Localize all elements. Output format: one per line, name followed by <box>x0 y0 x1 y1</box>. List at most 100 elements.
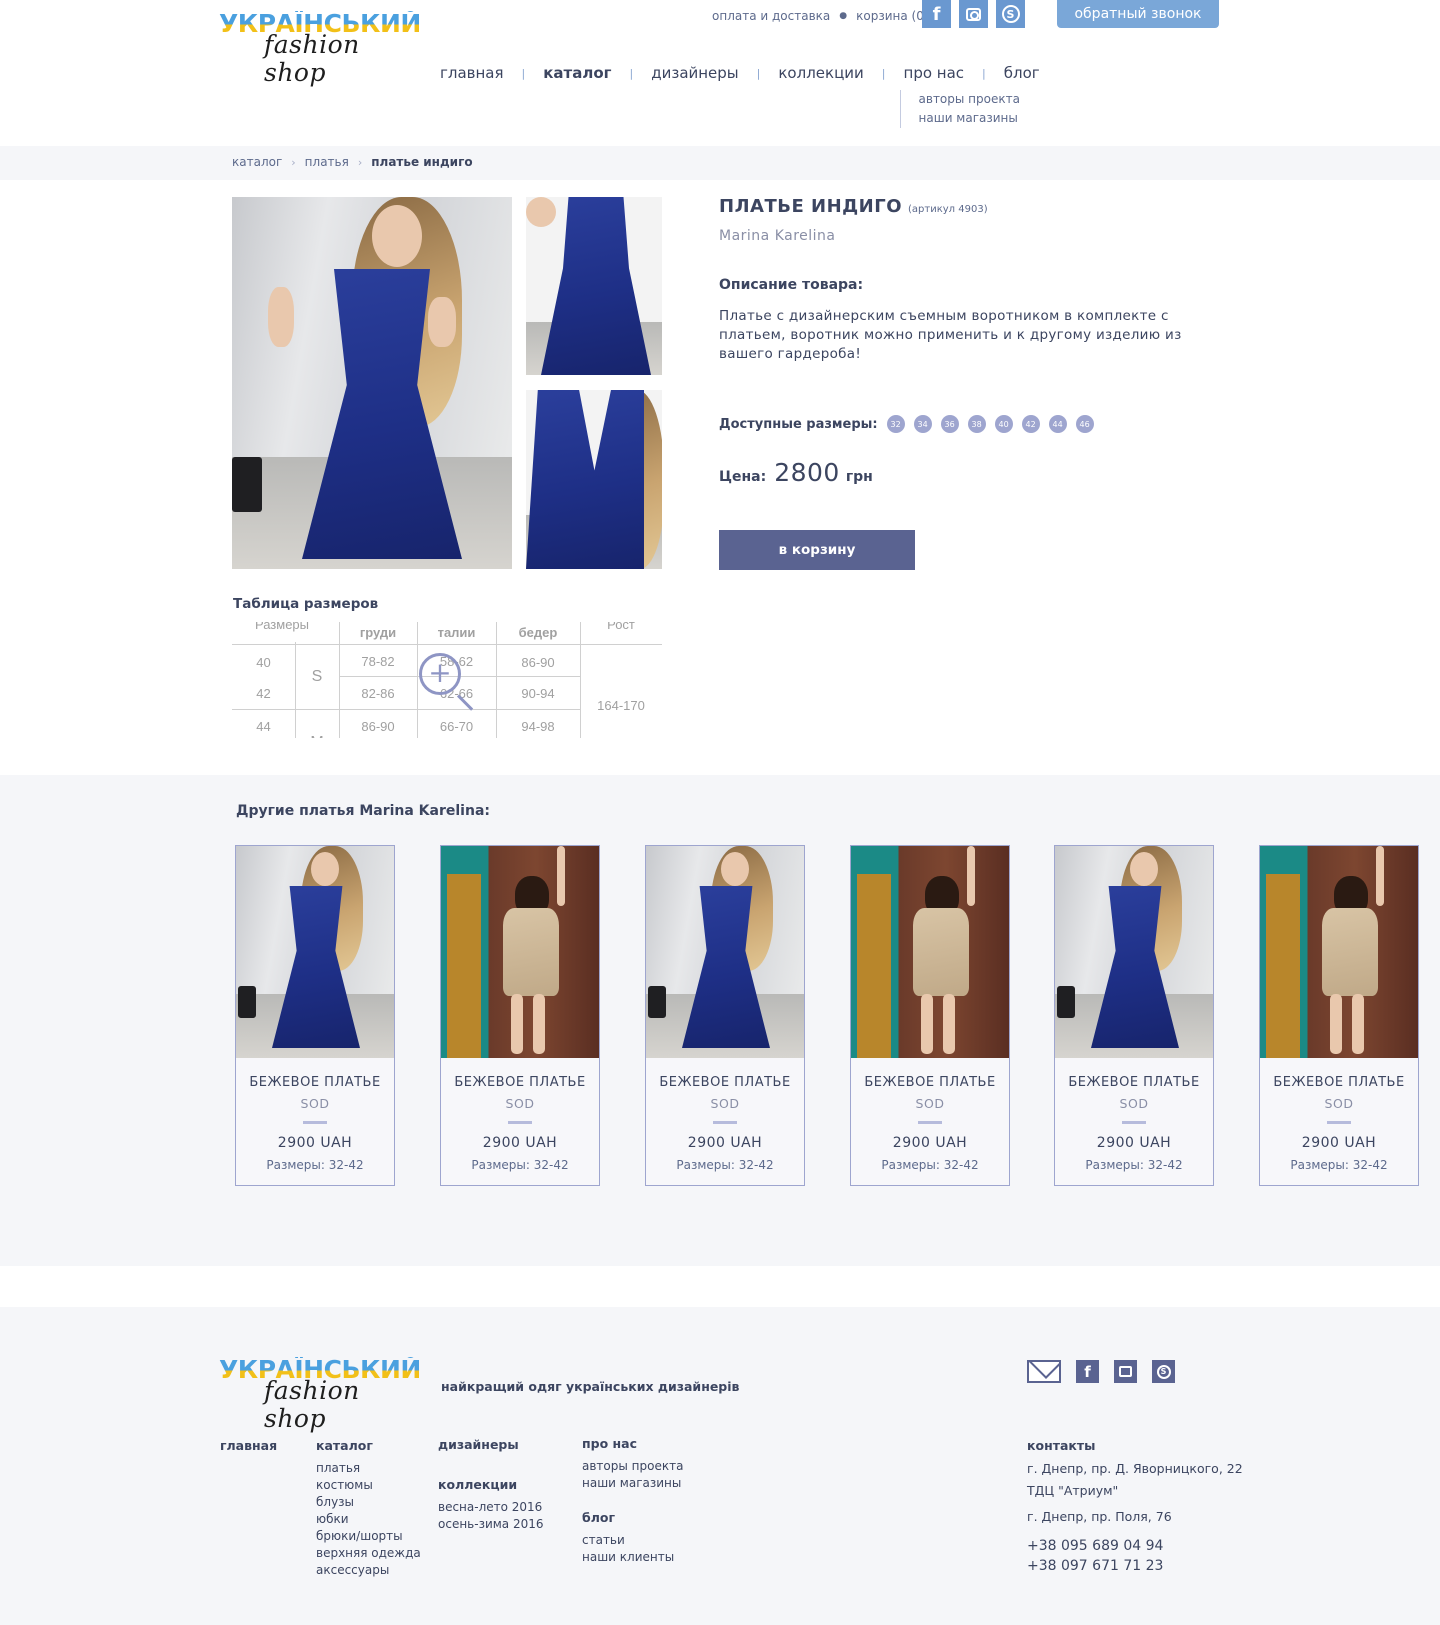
footer-link[interactable]: авторы проекта <box>582 1458 683 1475</box>
dot-separator: ● <box>839 11 848 21</box>
cart-link[interactable]: корзина (0) <box>856 9 928 23</box>
size-table-header: Рост <box>607 622 635 632</box>
product-card[interactable]: БЕЖЕВОЕ ПЛАТЬЕ SOD 2900 UAH Размеры: 32-42 <box>235 845 395 1186</box>
size-table-height: 164-170 <box>597 698 645 713</box>
product-card-photo[interactable] <box>851 846 1009 1058</box>
product-thumbnail[interactable] <box>526 390 662 569</box>
product-card[interactable]: БЕЖЕВОЕ ПЛАТЬЕ SOD 2900 UAH Размеры: 32-42 <box>1259 845 1419 1186</box>
product-card-name[interactable]: БЕЖЕВОЕ ПЛАТЬЕ <box>646 1075 804 1090</box>
footer-link[interactable]: костюмы <box>316 1477 421 1494</box>
logo[interactable]: УКРАЇНСЬКИЙ fashion shop <box>219 11 421 87</box>
nav-item-about[interactable]: про нас авторы проекта наши магазины <box>899 64 1020 128</box>
size-chip[interactable]: 42 <box>1021 415 1040 433</box>
product-card-brand: SOD <box>710 1096 740 1111</box>
product-card[interactable]: БЕЖЕВОЕ ПЛАТЬЕ SOD 2900 UAH Размеры: 32-42 <box>1054 845 1214 1186</box>
price-value: 2800 <box>774 458 840 487</box>
instagram-icon[interactable] <box>1114 1360 1137 1383</box>
footer-heading-designers[interactable]: дизайнеры <box>438 1436 544 1453</box>
size-table-title: Таблица размеров <box>233 596 379 612</box>
instagram-icon[interactable] <box>959 0 988 28</box>
nav-item-collections[interactable]: коллекции <box>778 64 863 82</box>
nav-item-home[interactable]: главная <box>440 64 504 82</box>
size-chip[interactable]: 34 <box>913 415 932 433</box>
facebook-icon[interactable]: f <box>1076 1360 1099 1383</box>
add-to-cart-button[interactable]: в корзину <box>719 530 915 570</box>
footer-link[interactable]: весна-лето 2016 <box>438 1499 544 1516</box>
footer-link[interactable]: брюки/шорты <box>316 1528 421 1545</box>
size-table-image[interactable]: Размеры груди талии бедер Рост 40 78-82 … <box>232 622 662 738</box>
product-card-name[interactable]: БЕЖЕВОЕ ПЛАТЬЕ <box>1055 1075 1213 1090</box>
product-card[interactable]: БЕЖЕВОЕ ПЛАТЬЕ SOD 2900 UAH Размеры: 32-42 <box>440 845 600 1186</box>
size-chip[interactable]: 36 <box>940 415 959 433</box>
size-chip[interactable]: 46 <box>1075 415 1094 433</box>
footer-link[interactable]: аксессуары <box>316 1562 421 1579</box>
zoom-in-icon[interactable]: + <box>419 653 461 695</box>
product-card-sizes: Размеры: 32-42 <box>266 1158 364 1172</box>
facebook-icon[interactable]: f <box>922 0 951 28</box>
footer-heading-blog[interactable]: блог <box>582 1509 683 1526</box>
product-card-photo[interactable] <box>1260 846 1418 1058</box>
nav-separator: | <box>881 66 886 80</box>
contacts-heading: контакты <box>1027 1438 1096 1453</box>
product-brand[interactable]: Marina Karelina <box>719 228 836 244</box>
size-table-cell: 44 <box>256 719 271 734</box>
breadcrumb: каталог › платья › платье индиго <box>232 155 473 169</box>
product-card[interactable]: БЕЖЕВОЕ ПЛАТЬЕ SOD 2900 UAH Размеры: 32-42 <box>850 845 1010 1186</box>
main-product-photo[interactable] <box>232 197 512 569</box>
product-card-sizes: Размеры: 32-42 <box>471 1158 569 1172</box>
nav-item-blog[interactable]: блог <box>1004 64 1040 82</box>
footer-heading-collections[interactable]: коллекции <box>438 1476 544 1493</box>
product-card-name[interactable]: БЕЖЕВОЕ ПЛАТЬЕ <box>1260 1075 1418 1090</box>
size-chip[interactable]: 44 <box>1048 415 1067 433</box>
size-table-cell: 94-98 <box>521 719 555 734</box>
product-card-photo[interactable] <box>441 846 599 1058</box>
footer-link[interactable]: платья <box>316 1460 421 1477</box>
phone-link[interactable]: +38 095 689 04 94 <box>1027 1536 1243 1556</box>
size-chip[interactable]: 38 <box>967 415 986 433</box>
size-table-cell: 86-90 <box>521 655 555 670</box>
delivery-link[interactable]: оплата и доставка <box>712 9 830 23</box>
product-card-photo[interactable] <box>1055 846 1213 1058</box>
breadcrumb-item[interactable]: платья <box>305 155 349 169</box>
callback-button[interactable]: обратный звонок <box>1057 0 1219 28</box>
submenu-item-stores[interactable]: наши магазины <box>919 109 1020 128</box>
mail-icon[interactable] <box>1027 1360 1061 1383</box>
product-card-photo[interactable] <box>646 846 804 1058</box>
product-card-name[interactable]: БЕЖЕВОЕ ПЛАТЬЕ <box>441 1075 599 1090</box>
footer-heading-catalog[interactable]: каталог <box>316 1437 421 1454</box>
address-line: ТДЦ "Атриум" <box>1027 1483 1119 1498</box>
footer-link[interactable]: наши клиенты <box>582 1549 683 1566</box>
footer-link[interactable]: статьи <box>582 1532 683 1549</box>
product-card-price: 2900 UAH <box>892 1135 968 1151</box>
size-table-header: талии <box>437 625 476 640</box>
size-table-header: бедер <box>518 625 558 640</box>
skype-icon[interactable]: S <box>996 0 1025 28</box>
footer-link[interactable]: осень-зима 2016 <box>438 1516 544 1533</box>
product-card-name[interactable]: БЕЖЕВОЕ ПЛАТЬЕ <box>236 1075 394 1090</box>
nav-item-catalog[interactable]: каталог <box>543 64 611 82</box>
footer-link[interactable]: юбки <box>316 1511 421 1528</box>
breadcrumb-item[interactable]: каталог <box>232 155 282 169</box>
skype-icon[interactable]: S <box>1152 1360 1175 1383</box>
submenu-item-authors[interactable]: авторы проекта <box>919 90 1020 109</box>
product-card-brand: SOD <box>1324 1096 1354 1111</box>
footer-link-home[interactable]: главная <box>220 1437 277 1454</box>
phone-link[interactable]: +38 097 671 71 23 <box>1027 1556 1243 1576</box>
product-card[interactable]: БЕЖЕВОЕ ПЛАТЬЕ SOD 2900 UAH Размеры: 32-42 <box>645 845 805 1186</box>
footer-col-about: про нас авторы проекта наши магазины бло… <box>582 1435 683 1566</box>
product-card-name[interactable]: БЕЖЕВОЕ ПЛАТЬЕ <box>851 1075 1009 1090</box>
size-chip[interactable]: 40 <box>994 415 1013 433</box>
footer-logo[interactable]: УКРАЇНСЬКИЙ fashion shop <box>219 1357 421 1433</box>
size-letter: S <box>311 668 323 685</box>
footer-link[interactable]: верхняя одежда <box>316 1545 421 1562</box>
footer-link[interactable]: блузы <box>316 1494 421 1511</box>
divider <box>303 1121 327 1124</box>
size-chip[interactable]: 32 <box>886 415 905 433</box>
footer-heading-about[interactable]: про нас <box>582 1435 683 1452</box>
footer-link[interactable]: наши магазины <box>582 1475 683 1492</box>
nav-item-designers[interactable]: дизайнеры <box>651 64 738 82</box>
product-thumbnail[interactable] <box>526 197 662 375</box>
product-card-photo[interactable] <box>236 846 394 1058</box>
size-table-cell: 42 <box>256 686 271 701</box>
size-table-header: груди <box>359 625 397 640</box>
